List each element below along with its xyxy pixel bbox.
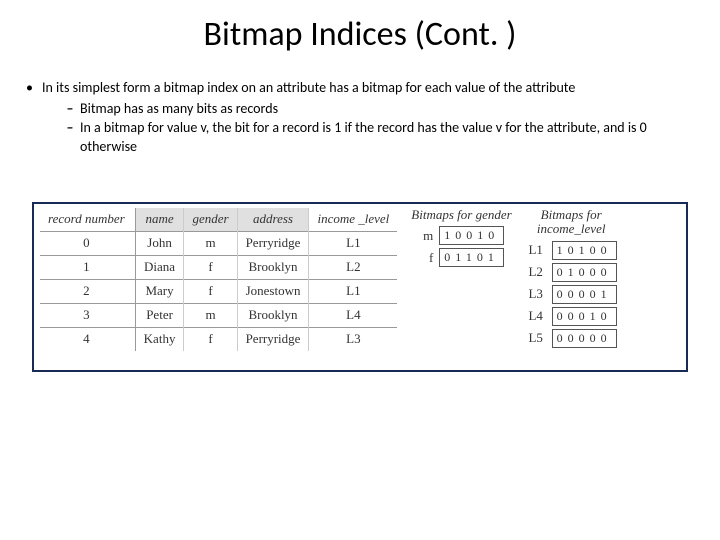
table-row: 2MaryfJonestownL1 xyxy=(40,279,397,303)
dash-marker: – xyxy=(60,100,80,119)
bitmap-bits: 00001 xyxy=(552,285,617,304)
sub-bullet: – Bitmap has as many bits as records xyxy=(60,100,680,119)
bmp-row: L110100 xyxy=(526,241,617,260)
th-gender: gender xyxy=(184,208,237,231)
bitmap-bits: 01101 xyxy=(439,248,504,267)
dash-marker: – xyxy=(60,119,80,138)
content-area: • In its simplest form a bitmap index on… xyxy=(0,55,720,157)
bmp-row: L201000 xyxy=(526,263,617,282)
bullet-text: In its simplest form a bitmap index on a… xyxy=(42,79,575,96)
bmp-row: L500000 xyxy=(526,329,617,348)
bitmap-bits: 10100 xyxy=(552,241,617,260)
bmp-row: L400010 xyxy=(526,307,617,326)
table-row: 4KathyfPerryridgeL3 xyxy=(40,327,397,350)
bullet-main: • In its simplest form a bitmap index on… xyxy=(24,79,680,157)
records-table: record number name gender address income… xyxy=(40,208,397,351)
th-record: record number xyxy=(40,208,135,231)
sub-text-1: In a bitmap for value v, the bit for a r… xyxy=(80,119,680,157)
bitmap-bits: 10010 xyxy=(439,226,504,245)
sub-bullet: – In a bitmap for value v, the bit for a… xyxy=(60,119,680,157)
table-row: 1DianafBrooklynL2 xyxy=(40,255,397,279)
bmp-income-title: Bitmaps for income_level xyxy=(526,208,617,237)
bmp-row: f01101 xyxy=(411,248,511,267)
slide-title: Bitmap Indices (Cont. ) xyxy=(0,0,720,55)
table-row: 3PetermBrooklynL4 xyxy=(40,303,397,327)
bitmap-gender-block: Bitmaps for gender m10010 f01101 xyxy=(411,208,511,351)
figure-container: record number name gender address income… xyxy=(32,202,688,372)
bmp-row: L300001 xyxy=(526,285,617,304)
th-income: income _level xyxy=(309,208,397,231)
bitmap-bits: 00000 xyxy=(552,329,617,348)
bitmap-income-block: Bitmaps for income_level L110100 L201000… xyxy=(526,208,617,351)
th-name: name xyxy=(135,208,184,231)
bmp-row: m10010 xyxy=(411,226,511,245)
bitmap-bits: 00010 xyxy=(552,307,617,326)
bitmap-bits: 01000 xyxy=(552,263,617,282)
bmp-gender-title: Bitmaps for gender xyxy=(411,208,511,222)
th-address: address xyxy=(237,208,309,231)
bullet-marker: • xyxy=(24,79,42,98)
sub-text-0: Bitmap has as many bits as records xyxy=(80,100,278,119)
table-row: 0JohnmPerryridgeL1 xyxy=(40,231,397,255)
